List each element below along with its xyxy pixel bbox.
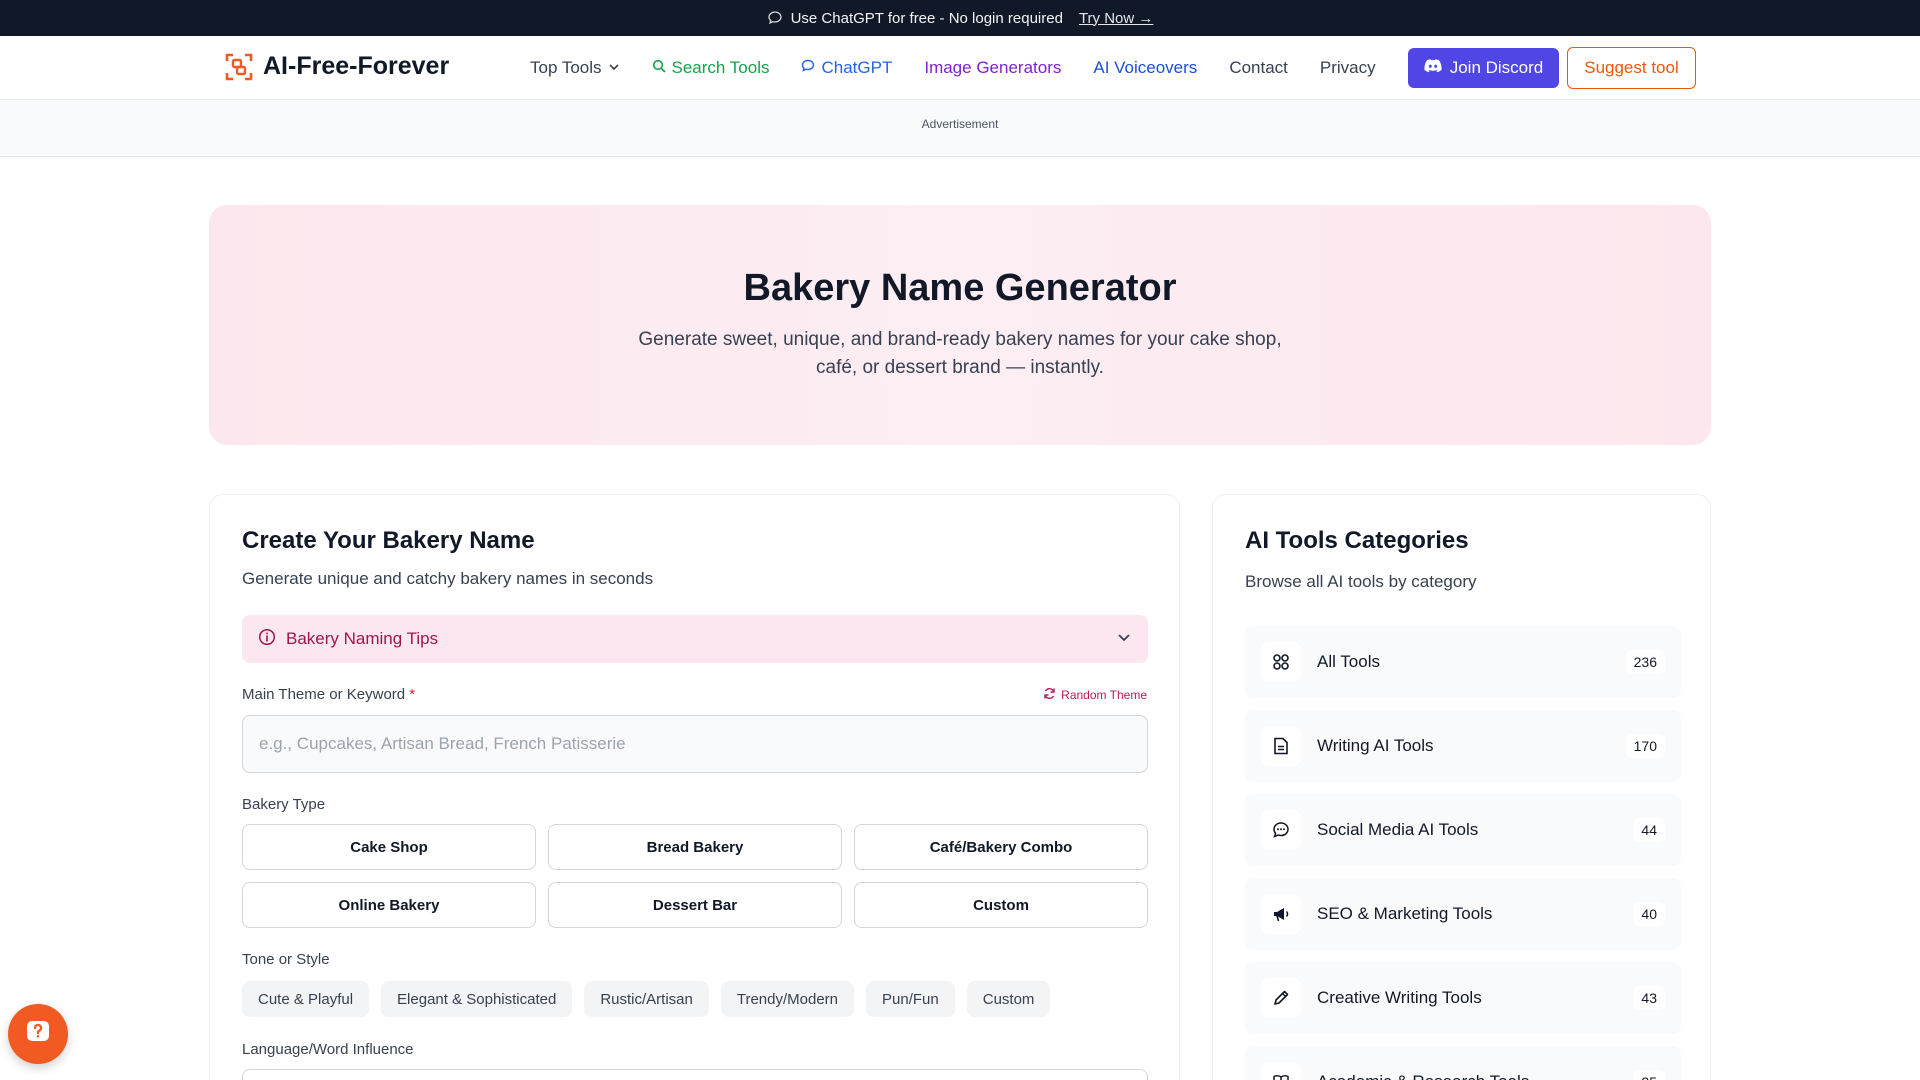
category-count: 25 — [1633, 1070, 1665, 1080]
brand-name: AI-Free-Forever — [263, 52, 450, 80]
category-item-academic-research[interactable]: Academic & Research Tools 25 — [1245, 1046, 1681, 1080]
brand-logo[interactable]: AI-Free-Forever — [225, 52, 449, 81]
random-theme-label: Random Theme — [1061, 688, 1147, 702]
try-now-link[interactable]: Try Now → — [1079, 10, 1153, 27]
generator-form-card: Create Your Bakery Name Generate unique … — [209, 494, 1180, 1080]
book-icon — [1261, 1062, 1301, 1080]
nav-contact-label: Contact — [1229, 58, 1288, 77]
tone-chip[interactable]: Custom — [966, 981, 1051, 1017]
category-item-seo-marketing[interactable]: SEO & Marketing Tools 40 — [1245, 878, 1681, 950]
bakery-type-option[interactable]: Online Bakery — [242, 882, 536, 928]
category-item-social-media[interactable]: Social Media AI Tools 44 — [1245, 794, 1681, 866]
join-discord-button[interactable]: Join Discord — [1408, 48, 1559, 88]
hero-section: Bakery Name Generator Generate sweet, un… — [209, 205, 1711, 445]
chevron-down-icon — [608, 58, 620, 78]
nav-image-generators-label: Image Generators — [924, 58, 1062, 77]
category-name: Creative Writing Tools — [1317, 988, 1482, 1007]
sidebar-title: AI Tools Categories — [1245, 527, 1469, 554]
chat-icon — [1261, 810, 1301, 850]
refresh-icon — [1043, 687, 1056, 703]
page-subtitle: Generate sweet, unique, and brand-ready … — [638, 329, 1282, 378]
nav-chatgpt[interactable]: ChatGPT — [801, 58, 892, 78]
tone-chip[interactable]: Cute & Playful — [242, 981, 370, 1017]
tone-chip[interactable]: Elegant & Sophisticated — [381, 981, 573, 1017]
category-count: 40 — [1633, 902, 1665, 926]
info-icon — [258, 628, 276, 651]
page-title: Bakery Name Generator — [743, 267, 1177, 309]
tone-options: Cute & Playful Elegant & Sophisticated R… — [242, 981, 1051, 1017]
nav-links: Top Tools Search Tools ChatGPT Image Gen… — [530, 36, 1376, 100]
category-name: Writing AI Tools — [1317, 736, 1434, 755]
nav-search-tools[interactable]: Search Tools — [652, 58, 770, 78]
nav-privacy[interactable]: Privacy — [1320, 58, 1376, 78]
bakery-type-option[interactable]: Cake Shop — [242, 824, 536, 870]
question-icon — [24, 1018, 52, 1051]
category-list: All Tools 236 Writing AI Tools 170 Socia… — [1245, 626, 1681, 1080]
bakery-type-options: Cake Shop Bread Bakery Café/Bakery Combo… — [242, 824, 1148, 928]
nav-privacy-label: Privacy — [1319, 58, 1376, 77]
category-name: Academic & Research Tools — [1317, 1072, 1529, 1080]
advertisement-label: Advertisement — [921, 117, 999, 131]
nav-image-generators[interactable]: Image Generators — [924, 58, 1061, 78]
grid-icon — [1261, 642, 1301, 682]
suggest-tool-button[interactable]: Suggest tool — [1567, 47, 1696, 89]
pencil-icon — [1261, 978, 1301, 1018]
language-input[interactable] — [242, 1069, 1148, 1080]
category-count: 170 — [1625, 734, 1665, 758]
banner-text: Use ChatGPT for free - No login required — [790, 9, 1063, 27]
form-title: Create Your Bakery Name — [242, 527, 535, 554]
bakery-type-option[interactable]: Dessert Bar — [548, 882, 842, 928]
suggest-tool-label: Suggest tool — [1584, 58, 1679, 77]
logo-icon — [225, 53, 253, 81]
naming-tips-label: Bakery Naming Tips — [286, 629, 439, 648]
categories-sidebar: AI Tools Categories Browse all AI tools … — [1212, 494, 1711, 1080]
discord-icon — [1424, 58, 1442, 78]
bakery-type-option[interactable]: Custom — [854, 882, 1148, 928]
theme-label: Main Theme or Keyword * — [242, 686, 415, 703]
tone-chip[interactable]: Rustic/Artisan — [584, 981, 709, 1017]
naming-tips-accordion[interactable]: Bakery Naming Tips — [242, 615, 1148, 663]
join-discord-label: Join Discord — [1449, 58, 1544, 77]
sidebar-subtitle: Browse all AI tools by category — [1245, 572, 1477, 591]
chat-icon — [801, 58, 815, 78]
random-theme-button[interactable]: Random Theme — [1043, 687, 1147, 703]
advertisement-bar: Advertisement — [0, 101, 1920, 157]
nav-ai-voiceovers-label: AI Voiceovers — [1093, 58, 1198, 77]
category-count: 43 — [1633, 986, 1665, 1010]
category-item-creative-writing[interactable]: Creative Writing Tools 43 — [1245, 962, 1681, 1034]
required-mark: * — [409, 686, 416, 703]
chat-bubble-icon — [767, 10, 783, 26]
category-count: 236 — [1625, 650, 1665, 674]
bakery-type-option[interactable]: Bread Bakery — [548, 824, 842, 870]
chevron-down-icon — [1116, 629, 1132, 650]
nav-top-tools[interactable]: Top Tools — [530, 58, 620, 78]
help-button[interactable] — [8, 1004, 68, 1064]
document-icon — [1261, 726, 1301, 766]
language-label: Language/Word Influence — [242, 1041, 414, 1058]
category-item-all-tools[interactable]: All Tools 236 — [1245, 626, 1681, 698]
category-count: 44 — [1633, 818, 1665, 842]
tone-chip[interactable]: Trendy/Modern — [720, 981, 855, 1017]
category-name: SEO & Marketing Tools — [1317, 904, 1493, 923]
bakery-type-label: Bakery Type — [242, 796, 326, 813]
tone-label: Tone or Style — [242, 951, 330, 968]
nav-top-tools-label: Top Tools — [530, 58, 602, 77]
form-subtitle: Generate unique and catchy bakery names … — [242, 569, 654, 588]
theme-input[interactable] — [242, 715, 1148, 773]
main-navigation: AI-Free-Forever Top Tools Search Tools C… — [0, 36, 1920, 100]
tone-chip[interactable]: Pun/Fun — [866, 981, 955, 1017]
theme-label-text: Main Theme or Keyword — [242, 686, 406, 703]
category-name: Social Media AI Tools — [1317, 820, 1479, 839]
category-item-writing[interactable]: Writing AI Tools 170 — [1245, 710, 1681, 782]
bakery-type-option[interactable]: Café/Bakery Combo — [854, 824, 1148, 870]
category-name: All Tools — [1317, 652, 1380, 671]
top-banner: Use ChatGPT for free - No login required… — [0, 0, 1920, 36]
nav-chatgpt-label: ChatGPT — [821, 58, 893, 77]
search-icon — [652, 58, 666, 78]
nav-search-tools-label: Search Tools — [671, 58, 770, 77]
nav-contact[interactable]: Contact — [1229, 58, 1288, 78]
nav-ai-voiceovers[interactable]: AI Voiceovers — [1093, 58, 1197, 78]
megaphone-icon — [1261, 894, 1301, 934]
